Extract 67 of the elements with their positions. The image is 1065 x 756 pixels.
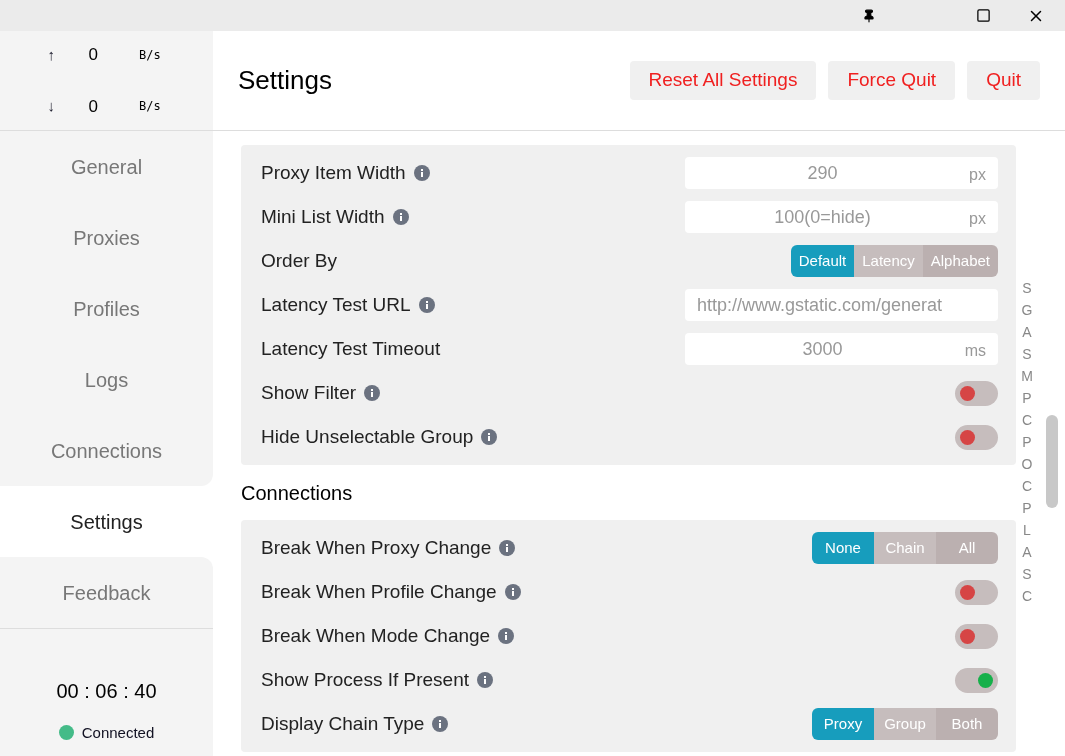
setting-label: Latency Test Timeout: [261, 336, 441, 361]
setting-label: Break When Profile Change: [261, 579, 497, 604]
setting-label: Hide Unselectable Group: [261, 424, 474, 449]
index-letter[interactable]: P: [1022, 431, 1032, 453]
speed-value: 0: [87, 44, 98, 66]
sidebar-item[interactable]: Feedback: [0, 557, 213, 628]
index-letter[interactable]: A: [1022, 541, 1032, 563]
status-label: Connected: [81, 722, 155, 743]
index-letter[interactable]: C: [1021, 409, 1033, 431]
speed-value: 0: [87, 95, 98, 118]
setting-label: Show Filter: [261, 380, 357, 405]
index-letter[interactable]: A: [1022, 321, 1032, 343]
setting-label: Break When Mode Change: [261, 623, 491, 648]
toggle-switch[interactable]: [955, 623, 998, 649]
index-letter[interactable]: P: [1022, 497, 1032, 519]
unit-label: px: [969, 165, 986, 185]
segment-button[interactable]: None: [812, 532, 874, 564]
unit-label: px: [969, 209, 986, 229]
segment-button[interactable]: Chain: [874, 532, 936, 564]
sidebar-item[interactable]: Proxies: [0, 202, 213, 273]
pin-icon[interactable]: [862, 8, 876, 23]
index-letter[interactable]: P: [1022, 387, 1032, 409]
setting-label: Mini List Width: [261, 204, 385, 229]
segment-button[interactable]: Latency: [854, 245, 923, 277]
uptime-label: 00 : 06 : 40: [56, 678, 157, 704]
index-letter[interactable]: M: [1021, 365, 1033, 387]
arrow-label: ↑: [46, 44, 55, 65]
page-title: Settings: [238, 64, 333, 97]
header-button[interactable]: Quit: [967, 61, 1040, 100]
setting-label: Latency Test URL: [261, 292, 411, 317]
header-button[interactable]: Force Quit: [828, 61, 956, 100]
index-letter[interactable]: S: [1022, 277, 1032, 299]
setting-label: Proxy Item Width: [261, 160, 406, 185]
section-title: Connections: [241, 480, 354, 506]
setting-label: Order By: [261, 248, 338, 273]
setting-label: Display Chain Type: [261, 711, 425, 736]
index-letter[interactable]: C: [1021, 475, 1033, 497]
scrollbar-thumb[interactable]: [1045, 415, 1058, 508]
index-letter[interactable]: G: [1021, 299, 1033, 321]
index-letter[interactable]: L: [1023, 519, 1031, 541]
segment-button[interactable]: Proxy: [812, 708, 874, 740]
index-letter[interactable]: S: [1022, 563, 1032, 585]
setting-label: Show Process If Present: [261, 667, 470, 692]
setting-label: Break When Proxy Change: [261, 535, 492, 560]
sidebar-item[interactable]: Profiles: [0, 273, 213, 344]
speed-unit: B/s: [139, 98, 161, 116]
sidebar-item[interactable]: General: [0, 131, 213, 202]
segment-button[interactable]: Default: [790, 245, 855, 277]
toggle-switch[interactable]: [955, 380, 998, 406]
segment-button[interactable]: Both: [936, 708, 998, 740]
segment-button[interactable]: Group: [874, 708, 936, 740]
toggle-switch[interactable]: [955, 424, 998, 450]
segment-button[interactable]: All: [936, 532, 998, 564]
toggle-switch[interactable]: [955, 579, 998, 605]
index-letter[interactable]: C: [1021, 585, 1033, 607]
index-letter[interactable]: S: [1022, 343, 1032, 365]
arrow-label: ↓: [46, 96, 55, 116]
segment-button[interactable]: Alphabet: [922, 245, 998, 277]
sidebar-item[interactable]: Logs: [0, 344, 213, 415]
sidebar-item[interactable]: Connections: [0, 415, 213, 486]
maximize-icon[interactable]: [976, 8, 991, 23]
header-button[interactable]: Reset All Settings: [629, 61, 817, 100]
toggle-switch[interactable]: [955, 667, 998, 693]
speed-unit: B/s: [139, 46, 161, 64]
index-letter[interactable]: O: [1021, 453, 1033, 475]
input-field[interactable]: http://www.gstatic.com/generat: [685, 289, 998, 321]
unit-label: ms: [964, 341, 986, 361]
